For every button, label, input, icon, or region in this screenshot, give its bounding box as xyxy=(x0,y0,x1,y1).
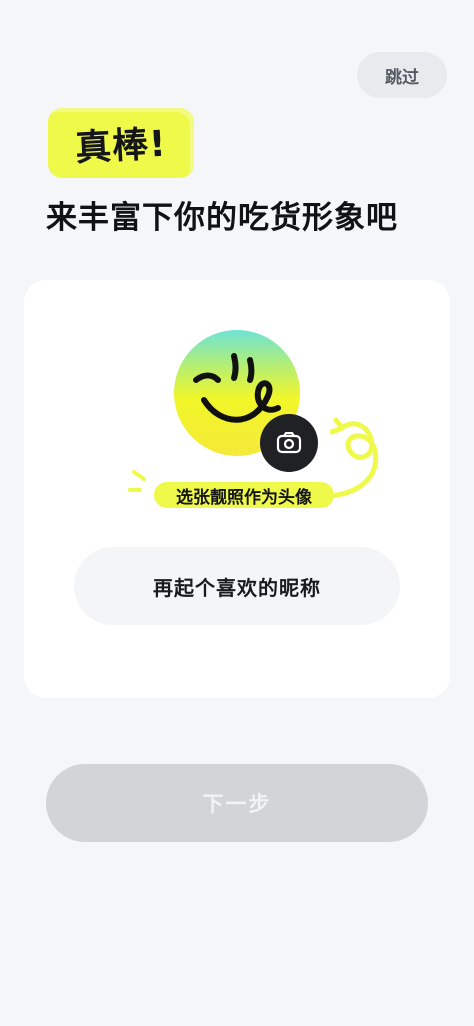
camera-icon xyxy=(276,432,302,454)
next-step-button[interactable]: 下一步 xyxy=(46,764,428,842)
page-title: 来丰富下你的吃货形象吧 xyxy=(46,200,398,236)
nickname-button[interactable]: 再起个喜欢的昵称 xyxy=(74,547,400,625)
avatar-picker[interactable]: 选张靓照作为头像 xyxy=(124,320,394,520)
praise-badge: 真棒! xyxy=(48,108,194,178)
avatar-caption: 选张靓照作为头像 xyxy=(154,482,334,508)
profile-card: 选张靓照作为头像 再起个喜欢的昵称 xyxy=(24,280,450,698)
camera-button[interactable] xyxy=(260,414,318,472)
praise-badge-text: 真棒! xyxy=(74,123,168,170)
skip-button[interactable]: 跳过 xyxy=(357,52,447,98)
